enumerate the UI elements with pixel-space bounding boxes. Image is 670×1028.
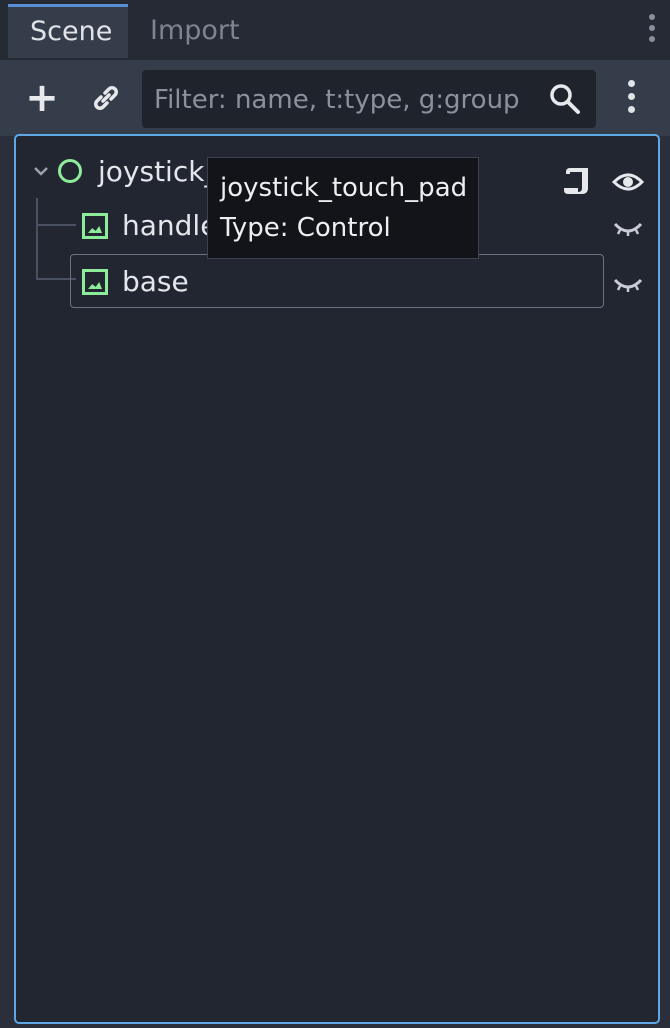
tooltip-node-type: Type: Control bbox=[220, 213, 391, 243]
eye-icon[interactable] bbox=[612, 166, 644, 198]
dock-menu-icon[interactable] bbox=[642, 14, 662, 48]
texture-rect-icon bbox=[82, 269, 108, 295]
tab-scene[interactable]: Scene bbox=[8, 4, 128, 58]
node-label[interactable]: handle bbox=[122, 200, 217, 252]
more-options-icon[interactable] bbox=[616, 80, 646, 120]
tab-import[interactable]: Import bbox=[128, 4, 262, 58]
filter-nodes-field[interactable] bbox=[142, 70, 596, 130]
node-label[interactable]: joystick_ bbox=[98, 146, 218, 198]
hidden-eye-icon[interactable] bbox=[612, 274, 644, 294]
scene-tree[interactable]: joystick_ handle base bbox=[14, 134, 660, 1024]
filter-input[interactable] bbox=[142, 70, 556, 130]
dock-tab-bar: Scene Import bbox=[0, 0, 670, 60]
node-label[interactable]: base bbox=[122, 256, 189, 308]
search-icon[interactable] bbox=[548, 82, 582, 116]
scene-toolbar: + bbox=[0, 60, 670, 136]
node-tooltip: joystick_touch_pad Type: Control bbox=[207, 157, 479, 259]
add-node-button[interactable]: + bbox=[20, 76, 64, 120]
script-icon[interactable] bbox=[564, 166, 592, 196]
link-icon bbox=[94, 86, 118, 110]
control-node-icon bbox=[58, 159, 82, 183]
tree-row-base[interactable]: base bbox=[16, 256, 658, 308]
texture-rect-icon bbox=[82, 213, 108, 239]
instance-scene-button[interactable] bbox=[84, 76, 128, 120]
hidden-eye-icon[interactable] bbox=[612, 218, 644, 238]
chevron-down-icon[interactable] bbox=[30, 160, 52, 182]
tooltip-node-name: joystick_touch_pad bbox=[220, 173, 468, 203]
